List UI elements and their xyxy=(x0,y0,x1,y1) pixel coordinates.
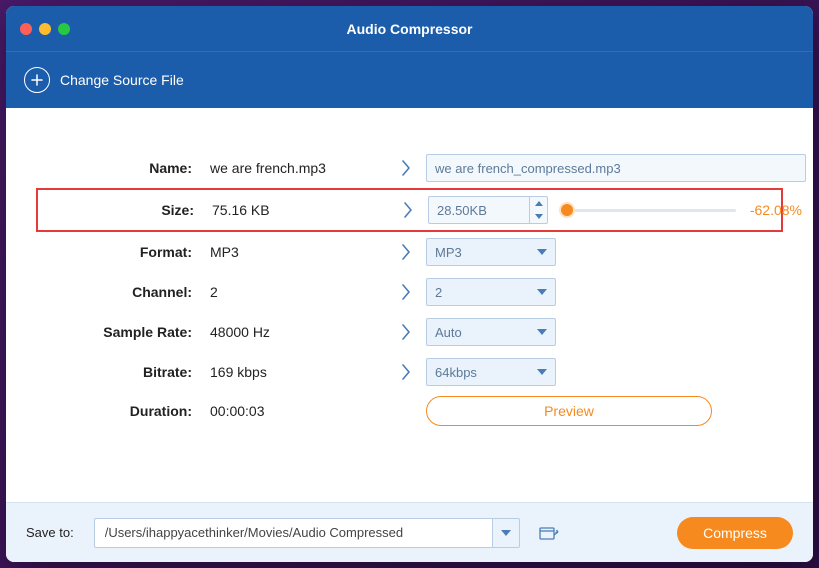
toolbar: Change Source File xyxy=(6,52,813,108)
save-to-label: Save to: xyxy=(26,525,74,540)
change-source-file-label: Change Source File xyxy=(60,72,184,88)
footer: Save to: Compress xyxy=(6,502,813,562)
row-size: Size: 75.16 KB 28.50KB xyxy=(36,188,783,232)
content-area: Name: we are french.mp3 Size: 75.16 KB 2… xyxy=(6,108,813,502)
titlebar: Audio Compressor xyxy=(6,6,813,52)
label-name: Name: xyxy=(36,160,206,176)
target-size-stepper[interactable]: 28.50KB xyxy=(428,196,548,224)
arrow-icon xyxy=(386,243,426,261)
label-format: Format: xyxy=(36,244,206,260)
target-channel-select[interactable]: 2 xyxy=(426,278,556,306)
arrow-icon xyxy=(386,323,426,341)
save-path-dropdown-button[interactable] xyxy=(492,518,520,548)
size-change-percent: -62.08% xyxy=(744,202,808,218)
chevron-down-icon xyxy=(537,249,547,255)
chevron-down-icon xyxy=(537,329,547,335)
chevron-down-icon xyxy=(501,530,511,536)
source-channel: 2 xyxy=(206,284,386,300)
chevron-down-icon xyxy=(537,289,547,295)
maximize-window-button[interactable] xyxy=(58,23,70,35)
row-bitrate: Bitrate: 169 kbps 64kbps xyxy=(36,352,783,392)
chevron-down-icon xyxy=(537,369,547,375)
open-folder-button[interactable] xyxy=(538,522,560,544)
arrow-icon xyxy=(386,159,426,177)
target-size-value: 28.50KB xyxy=(429,197,529,223)
arrow-icon xyxy=(386,283,426,301)
source-duration: 00:00:03 xyxy=(206,403,386,419)
target-bitrate-value: 64kbps xyxy=(435,365,477,380)
row-channel: Channel: 2 2 xyxy=(36,272,783,312)
window-title: Audio Compressor xyxy=(6,21,813,37)
arrow-icon xyxy=(386,363,426,381)
preview-button[interactable]: Preview xyxy=(426,396,712,426)
label-duration: Duration: xyxy=(36,403,206,419)
window-controls xyxy=(20,23,70,35)
size-step-up-button[interactable] xyxy=(530,197,547,210)
label-bitrate: Bitrate: xyxy=(36,364,206,380)
source-bitrate: 169 kbps xyxy=(206,364,386,380)
folder-open-icon xyxy=(539,524,559,542)
row-duration-preview: Duration: 00:00:03 Preview xyxy=(36,396,783,426)
change-source-file-button[interactable]: Change Source File xyxy=(24,67,184,93)
target-bitrate-select[interactable]: 64kbps xyxy=(426,358,556,386)
target-format-value: MP3 xyxy=(435,245,462,260)
size-step-down-button[interactable] xyxy=(530,210,547,223)
row-name: Name: we are french.mp3 xyxy=(36,148,783,188)
target-channel-value: 2 xyxy=(435,285,442,300)
close-window-button[interactable] xyxy=(20,23,32,35)
size-slider-thumb[interactable] xyxy=(561,204,573,216)
save-path-input[interactable] xyxy=(94,518,492,548)
target-format-select[interactable]: MP3 xyxy=(426,238,556,266)
source-name: we are french.mp3 xyxy=(206,160,386,176)
minimize-window-button[interactable] xyxy=(39,23,51,35)
row-sample-rate: Sample Rate: 48000 Hz Auto xyxy=(36,312,783,352)
label-channel: Channel: xyxy=(36,284,206,300)
arrow-icon xyxy=(388,201,428,219)
target-sample-rate-select[interactable]: Auto xyxy=(426,318,556,346)
size-slider[interactable] xyxy=(564,209,736,212)
source-sample-rate: 48000 Hz xyxy=(206,324,386,340)
source-size: 75.16 KB xyxy=(208,202,388,218)
source-format: MP3 xyxy=(206,244,386,260)
label-size: Size: xyxy=(38,202,208,218)
target-sample-rate-value: Auto xyxy=(435,325,462,340)
compress-button[interactable]: Compress xyxy=(677,517,793,549)
plus-circle-icon xyxy=(24,67,50,93)
app-window: Audio Compressor Change Source File Name… xyxy=(6,6,813,562)
label-sample-rate: Sample Rate: xyxy=(36,324,206,340)
row-format: Format: MP3 MP3 xyxy=(36,232,783,272)
target-name-input[interactable] xyxy=(426,154,806,182)
